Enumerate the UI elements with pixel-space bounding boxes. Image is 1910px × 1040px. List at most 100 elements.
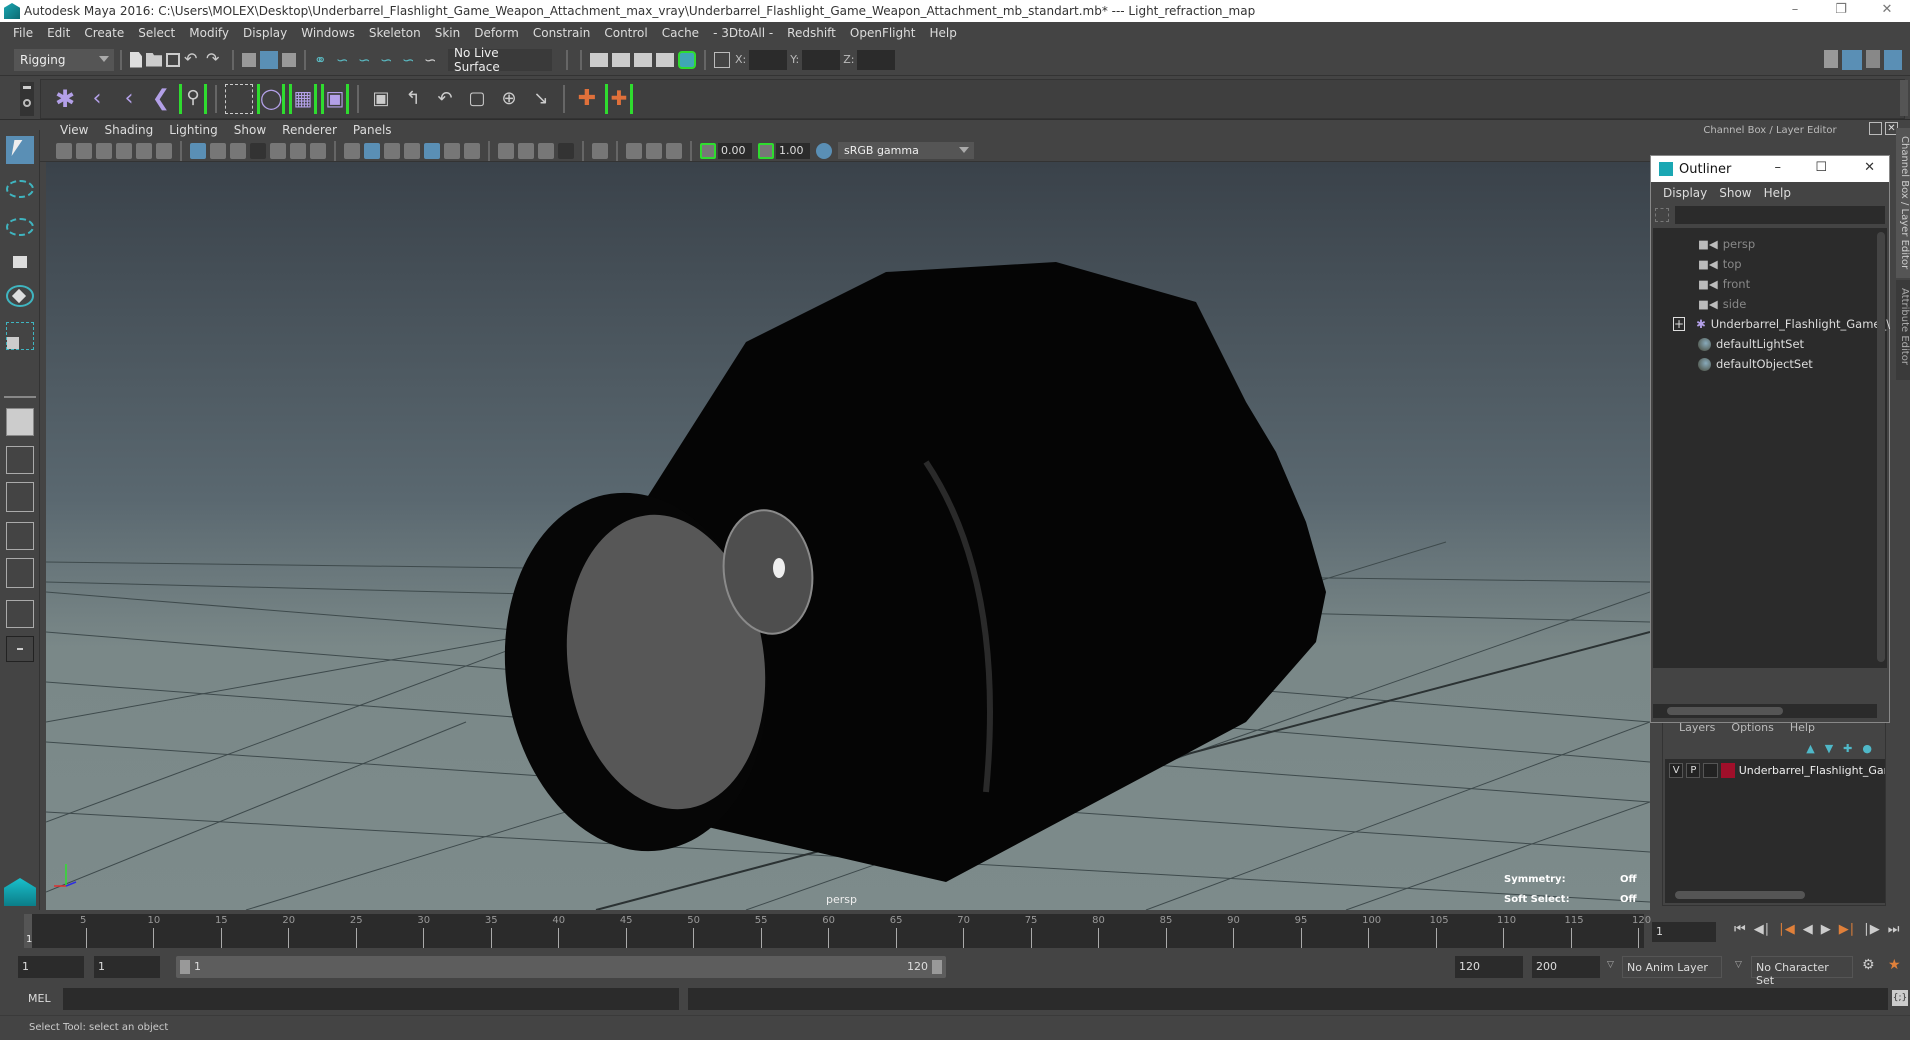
xray-joints-icon[interactable]: [626, 142, 642, 159]
safe-action-icon[interactable]: [290, 142, 306, 159]
step-forward-frame-button[interactable]: ∣▶: [1863, 922, 1880, 937]
menu-file[interactable]: File: [6, 26, 40, 40]
restore-button[interactable]: ❐: [1818, 0, 1864, 22]
tab-channel-box[interactable]: Channel Box / Layer Editor: [1896, 128, 1910, 278]
menu-display[interactable]: Display: [236, 26, 294, 40]
orient-constraint-icon[interactable]: ↶: [431, 84, 459, 114]
smooth-bind-icon[interactable]: ◯: [257, 84, 285, 114]
outliner-menu-show[interactable]: Show: [1713, 186, 1757, 200]
pole-vector-icon[interactable]: ↘: [527, 84, 555, 114]
menu-constrain[interactable]: Constrain: [526, 26, 598, 40]
paint-select-tool-icon[interactable]: [6, 218, 34, 236]
x-field[interactable]: [749, 49, 788, 70]
ipr-render-icon[interactable]: [634, 52, 652, 67]
ambient-occlusion-icon[interactable]: [498, 142, 514, 159]
panel-menu-view[interactable]: View: [52, 123, 96, 137]
new-layer-icon[interactable]: ✚: [1843, 742, 1852, 755]
menu-modify[interactable]: Modify: [182, 26, 236, 40]
outliner-filter-icon[interactable]: [1655, 208, 1669, 222]
attribute-editor-toggle-icon[interactable]: [1866, 50, 1880, 68]
menu-windows[interactable]: Windows: [294, 26, 362, 40]
animation-end-field[interactable]: 200: [1532, 956, 1600, 978]
lattice-icon[interactable]: ▦: [289, 84, 317, 114]
skeleton-bind-icon[interactable]: ⚲: [179, 84, 207, 114]
shadows-icon[interactable]: [464, 142, 480, 159]
outliner-vertical-scrollbar[interactable]: [1877, 232, 1885, 662]
move-layer-down-icon[interactable]: ▼: [1825, 742, 1833, 755]
hypershade-layout-icon[interactable]: [6, 558, 34, 588]
range-start-handle[interactable]: [180, 960, 190, 974]
persp-outliner-layout-icon[interactable]: [6, 482, 34, 512]
cluster-icon[interactable]: ▣: [321, 84, 349, 114]
insert-joint-icon[interactable]: ❮: [147, 84, 175, 114]
resolution-gate-icon[interactable]: [230, 142, 246, 159]
wireframe-icon[interactable]: [344, 142, 360, 159]
render-view-icon[interactable]: [590, 52, 608, 67]
command-input[interactable]: [63, 988, 679, 1010]
layer-visibility-toggle[interactable]: V: [1669, 762, 1684, 778]
outliner-item[interactable]: ■◀ side: [1653, 294, 1887, 314]
layer-color-swatch[interactable]: [1720, 762, 1735, 778]
play-backwards-button[interactable]: ◀: [1803, 922, 1813, 937]
layer-display-type-toggle[interactable]: [1703, 762, 1718, 778]
xray-icon[interactable]: [404, 142, 420, 159]
shelf-scrollbar[interactable]: [1900, 80, 1908, 116]
tab-attribute-editor[interactable]: Attribute Editor: [1896, 280, 1910, 380]
gate-mask-icon[interactable]: [250, 142, 266, 159]
channel-box-toggle-icon[interactable]: [1842, 50, 1862, 70]
anim-layer-dropdown[interactable]: No Anim Layer: [1622, 956, 1722, 978]
outliner-item[interactable]: ■◀ persp: [1653, 234, 1887, 254]
menu-set-dropdown[interactable]: Rigging: [14, 48, 114, 71]
animation-start-field[interactable]: 1: [18, 956, 84, 978]
menu-select[interactable]: Select: [131, 26, 182, 40]
redo-icon[interactable]: ↷: [206, 50, 224, 69]
select-object-icon[interactable]: [260, 50, 278, 69]
time-slider[interactable]: 1 5 10 15 20 25 30 35 40 45 50 55 60 65 70 75 80 85 90 95 1…: [0, 910, 1910, 950]
script-editor-icon[interactable]: {;}: [1892, 990, 1908, 1006]
outliner-menu-display[interactable]: Display: [1657, 186, 1713, 200]
render-settings-icon[interactable]: [656, 52, 674, 67]
image-plane-icon[interactable]: [116, 142, 132, 159]
parent-constraint-icon[interactable]: ▣: [367, 84, 395, 114]
select-component-icon[interactable]: [282, 52, 296, 67]
wireframe-on-shaded-icon[interactable]: [384, 142, 400, 159]
gamma-icon[interactable]: [758, 142, 774, 159]
shelf-tabs-toggle[interactable]: [20, 82, 34, 116]
panel-menu-panels[interactable]: Panels: [345, 123, 400, 137]
menu-3dtoall[interactable]: - 3DtoAll -: [706, 26, 780, 40]
panel-menu-show[interactable]: Show: [226, 123, 274, 137]
float-panel-icon[interactable]: [1869, 122, 1882, 135]
joint-tool-icon[interactable]: ✱: [51, 84, 79, 114]
four-view-layout-icon[interactable]: [6, 446, 34, 474]
menu-deform[interactable]: Deform: [467, 26, 526, 40]
grid-toggle-icon[interactable]: [190, 142, 206, 159]
menu-help[interactable]: Help: [922, 26, 963, 40]
bookmark-icon[interactable]: [96, 142, 112, 159]
point-constraint-icon[interactable]: ↰: [399, 84, 427, 114]
outliner-minimize-button[interactable]: –: [1775, 160, 1782, 175]
textured-icon[interactable]: [424, 142, 440, 159]
panel-menu-lighting[interactable]: Lighting: [161, 123, 226, 137]
gamma-field[interactable]: 1.00: [776, 142, 810, 159]
color-management-toggle-icon[interactable]: [816, 142, 832, 159]
backface-culling-icon[interactable]: [666, 142, 682, 159]
isolate-select-icon[interactable]: [592, 142, 608, 159]
modeling-toolkit-icon[interactable]: [1824, 50, 1838, 68]
safe-title-icon[interactable]: [310, 142, 326, 159]
film-gate-icon[interactable]: [210, 142, 226, 159]
2d-pan-zoom-icon[interactable]: [136, 142, 152, 159]
locator-icon[interactable]: ✚: [573, 84, 601, 114]
select-hierarchy-icon[interactable]: [242, 52, 256, 67]
camera-select-icon[interactable]: [56, 142, 72, 159]
new-scene-icon[interactable]: [130, 51, 142, 68]
outliner-item[interactable]: ■◀ front: [1653, 274, 1887, 294]
flashlight-model[interactable]: [482, 262, 1326, 882]
hik-icon[interactable]: ✚: [605, 84, 633, 114]
persp-graph-layout-icon[interactable]: [6, 522, 34, 550]
panel-menu-renderer[interactable]: Renderer: [274, 123, 345, 137]
use-all-lights-icon[interactable]: [444, 142, 460, 159]
ik-spline-icon[interactable]: ‹: [115, 84, 143, 114]
rotate-tool-icon[interactable]: [6, 285, 34, 307]
menu-control[interactable]: Control: [597, 26, 654, 40]
go-to-end-button[interactable]: ⏭: [1888, 922, 1900, 937]
